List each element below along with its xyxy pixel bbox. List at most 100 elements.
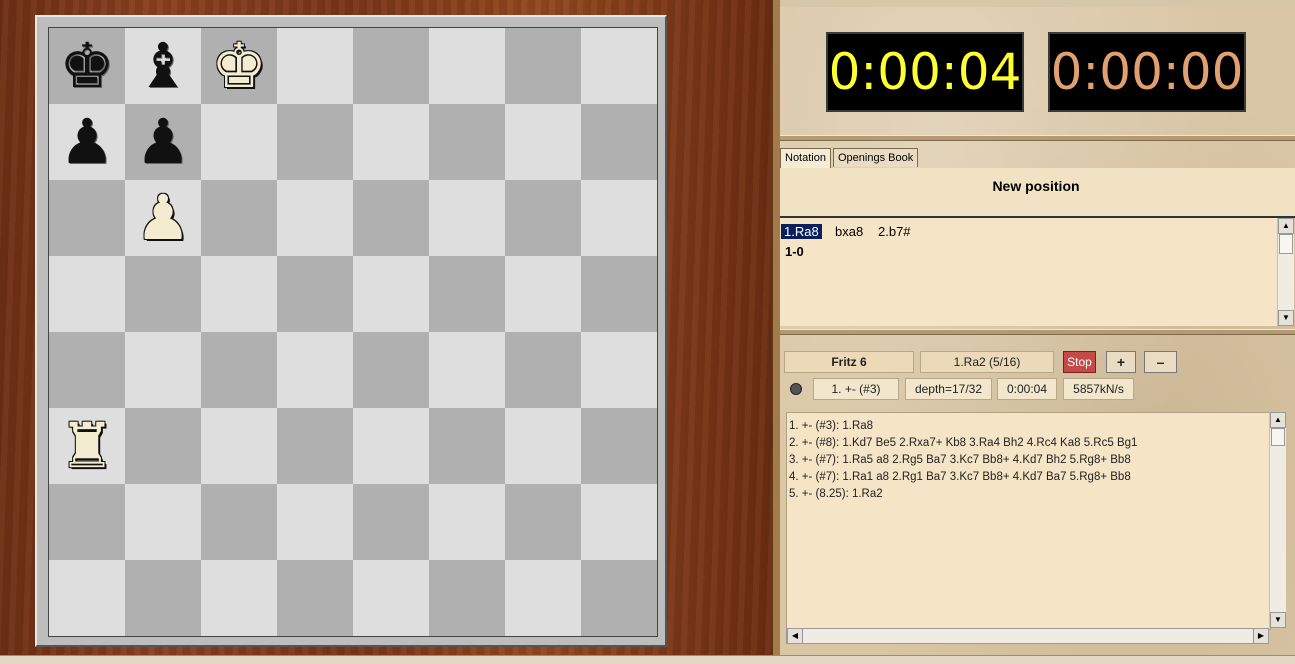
scroll-up-icon[interactable]: ▲ <box>1270 412 1286 428</box>
white-clock: 0:00:04 <box>826 32 1024 112</box>
notation-pane[interactable]: 1.Ra8 bxa8 2.b7# 1-0 <box>780 218 1277 326</box>
black-pawn-icon[interactable]: ♟ <box>59 111 115 173</box>
board-square[interactable] <box>581 408 657 484</box>
board-square[interactable] <box>125 408 201 484</box>
board-square[interactable] <box>49 180 125 256</box>
board-square[interactable] <box>581 28 657 104</box>
board-square[interactable]: ♟ <box>125 180 201 256</box>
stop-button[interactable]: Stop <box>1063 351 1096 373</box>
scroll-up-icon[interactable]: ▲ <box>1278 218 1294 234</box>
board-square[interactable] <box>277 560 353 636</box>
board-square[interactable] <box>201 484 277 560</box>
board-square[interactable] <box>277 332 353 408</box>
separator <box>780 135 1295 141</box>
board-square[interactable] <box>277 104 353 180</box>
engine-status-icon <box>790 383 802 395</box>
board-square[interactable] <box>505 560 581 636</box>
board-square[interactable] <box>49 484 125 560</box>
move[interactable]: bxa8 <box>835 224 863 239</box>
board-square[interactable] <box>505 180 581 256</box>
board-square[interactable]: ♝ <box>125 28 201 104</box>
board-square[interactable] <box>429 180 505 256</box>
board-square[interactable] <box>581 104 657 180</box>
board-square[interactable] <box>505 28 581 104</box>
board-square[interactable] <box>201 560 277 636</box>
board-square[interactable] <box>581 484 657 560</box>
tab-notation[interactable]: Notation <box>780 148 831 169</box>
board-square[interactable] <box>353 484 429 560</box>
scroll-right-icon[interactable]: ▶ <box>1253 628 1269 644</box>
scroll-thumb[interactable] <box>1271 428 1285 446</box>
board-square[interactable] <box>505 256 581 332</box>
board-square[interactable] <box>277 484 353 560</box>
notation-scrollbar[interactable]: ▲ ▼ <box>1277 218 1294 326</box>
white-pawn-icon[interactable]: ♟ <box>135 187 191 249</box>
board-square[interactable] <box>201 332 277 408</box>
scroll-down-icon[interactable]: ▼ <box>1270 612 1286 628</box>
board-square[interactable] <box>353 104 429 180</box>
board-square[interactable] <box>277 256 353 332</box>
black-king-icon[interactable]: ♚ <box>59 35 115 97</box>
board-square[interactable] <box>49 256 125 332</box>
analysis-pane[interactable]: 1. +- (#3): 1.Ra8 2. +- (#8): 1.Kd7 Be5 … <box>786 412 1271 630</box>
board-square[interactable] <box>429 332 505 408</box>
add-line-button[interactable]: + <box>1106 351 1136 373</box>
board-square[interactable] <box>581 256 657 332</box>
board-square[interactable] <box>505 408 581 484</box>
board-square[interactable] <box>353 180 429 256</box>
scroll-down-icon[interactable]: ▼ <box>1278 310 1294 326</box>
board-square[interactable] <box>353 560 429 636</box>
board-square[interactable]: ♚ <box>201 28 277 104</box>
board-square[interactable] <box>125 484 201 560</box>
board-square[interactable]: ♟ <box>125 104 201 180</box>
remove-line-button[interactable]: – <box>1144 351 1177 373</box>
board-square[interactable] <box>201 408 277 484</box>
board-square[interactable] <box>49 560 125 636</box>
board-square[interactable] <box>429 104 505 180</box>
board-square[interactable] <box>353 256 429 332</box>
board-square[interactable] <box>353 408 429 484</box>
analysis-line: 1. +- (#3): 1.Ra8 <box>789 420 874 432</box>
board-square[interactable] <box>125 332 201 408</box>
analysis-line: 3. +- (#7): 1.Ra5 a8 2.Rg5 Ba7 3.Kc7 Bb8… <box>789 454 1131 466</box>
board-square[interactable] <box>277 408 353 484</box>
board-square[interactable] <box>201 180 277 256</box>
scroll-thumb[interactable] <box>1279 234 1293 254</box>
board-square[interactable] <box>429 484 505 560</box>
white-rook-icon[interactable]: ♜ <box>59 415 115 477</box>
engine-panel: Fritz 6 1.Ra2 (5/16) Stop + – 1. +- (#3)… <box>780 348 1295 408</box>
board-square[interactable] <box>353 28 429 104</box>
move[interactable]: 2.b7# <box>878 224 911 239</box>
white-king-icon[interactable]: ♚ <box>211 35 267 97</box>
board-square[interactable] <box>49 332 125 408</box>
board-square[interactable]: ♜ <box>49 408 125 484</box>
board-square[interactable] <box>581 180 657 256</box>
board-square[interactable] <box>353 332 429 408</box>
engine-name[interactable]: Fritz 6 <box>784 351 914 373</box>
board-square[interactable] <box>125 560 201 636</box>
black-pawn-icon[interactable]: ♟ <box>135 111 191 173</box>
board-square[interactable] <box>505 104 581 180</box>
tab-openings-book[interactable]: Openings Book <box>832 148 919 167</box>
analysis-scrollbar[interactable]: ▲ ▼ <box>1269 412 1286 628</box>
board-square[interactable] <box>201 256 277 332</box>
board-square[interactable] <box>201 104 277 180</box>
board-square[interactable] <box>429 408 505 484</box>
board-square[interactable]: ♟ <box>49 104 125 180</box>
board-square[interactable] <box>125 256 201 332</box>
board-square[interactable] <box>429 28 505 104</box>
board-square[interactable] <box>581 332 657 408</box>
chess-board[interactable]: ♚ ♝ ♚ ♟ ♟ ♟ ♜ <box>48 27 658 637</box>
board-square[interactable] <box>277 180 353 256</box>
board-square[interactable]: ♚ <box>49 28 125 104</box>
board-square[interactable] <box>277 28 353 104</box>
scroll-left-icon[interactable]: ◀ <box>787 628 803 644</box>
board-square[interactable] <box>429 560 505 636</box>
board-square[interactable] <box>505 332 581 408</box>
board-square[interactable] <box>429 256 505 332</box>
board-square[interactable] <box>505 484 581 560</box>
board-square[interactable] <box>581 560 657 636</box>
move-selected[interactable]: 1.Ra8 <box>781 224 822 239</box>
black-bishop-icon[interactable]: ♝ <box>135 35 191 97</box>
analysis-hscrollbar[interactable]: ◀ ▶ <box>786 628 1269 644</box>
